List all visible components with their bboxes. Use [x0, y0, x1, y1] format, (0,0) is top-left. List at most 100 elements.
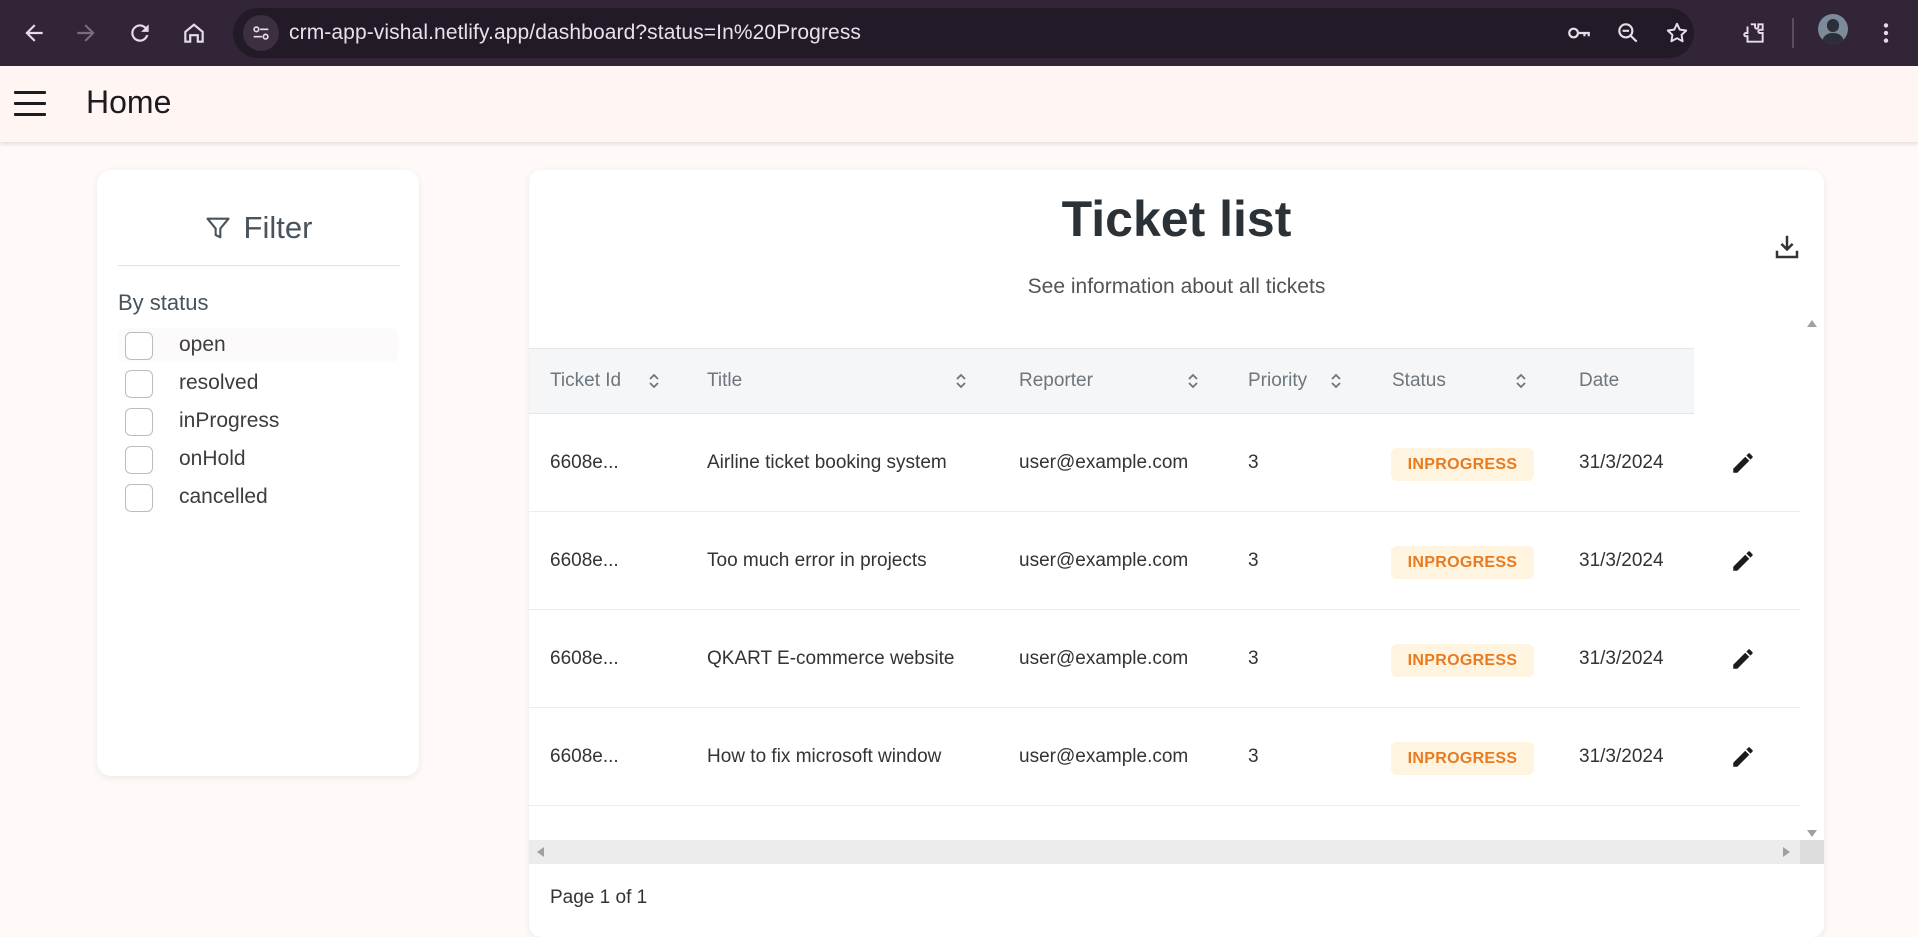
- option-label: onHold: [179, 447, 246, 470]
- table-row: 6608e... Too much error in projects user…: [529, 512, 1800, 610]
- forward-icon: [77, 24, 95, 42]
- more-icon: [1883, 23, 1889, 43]
- column-priority[interactable]: Priority: [1248, 349, 1307, 413]
- column-title[interactable]: Title: [707, 349, 742, 413]
- sort-icon[interactable]: [954, 371, 968, 391]
- table-header: Ticket Id Title Reporter Priority Status…: [529, 348, 1694, 414]
- filter-icon: [205, 217, 230, 239]
- key-icon: [1568, 27, 1590, 39]
- ticket-reporter: user@example.com: [1019, 746, 1189, 767]
- option-label: inProgress: [179, 409, 280, 432]
- filter-panel: Filter By status open resolved inProgres…: [97, 170, 419, 776]
- home-button[interactable]: [174, 13, 214, 53]
- ticket-reporter: user@example.com: [1019, 550, 1189, 571]
- ticket-title: Airline ticket booking system: [707, 452, 947, 473]
- status-option-inprogress[interactable]: inProgress: [118, 404, 398, 438]
- checkbox[interactable]: [125, 370, 153, 398]
- filter-header: Filter: [97, 206, 419, 250]
- status-option-onhold[interactable]: onHold: [118, 442, 398, 476]
- status-badge: INPROGRESS: [1391, 448, 1534, 481]
- ticket-list-card: Ticket list See information about all ti…: [529, 170, 1824, 937]
- ticket-date: 31/3/2024: [1579, 648, 1664, 669]
- ticket-date: 31/3/2024: [1579, 746, 1664, 767]
- divider: [118, 265, 400, 266]
- scroll-down-arrow[interactable]: [1807, 830, 1817, 837]
- reload-button[interactable]: [120, 13, 160, 53]
- filter-title: Filter: [243, 210, 313, 245]
- status-option-cancelled[interactable]: cancelled: [118, 480, 398, 514]
- ticket-list-title: Ticket list: [1061, 191, 1292, 247]
- ticket-priority: 3: [1248, 550, 1259, 571]
- column-date[interactable]: Date: [1579, 349, 1619, 413]
- table-row: 6608e... Airline ticket booking system u…: [529, 414, 1800, 512]
- zoom-button[interactable]: [1614, 19, 1642, 47]
- ticket-date: 31/3/2024: [1579, 550, 1664, 571]
- checkbox[interactable]: [125, 332, 153, 360]
- edit-icon[interactable]: [1730, 646, 1756, 672]
- extensions-button[interactable]: [1734, 13, 1774, 53]
- profile-avatar[interactable]: [1818, 14, 1848, 44]
- vertical-scrollbar[interactable]: [1800, 310, 1824, 843]
- ticket-id: 6608e...: [550, 746, 619, 767]
- ticket-id: 6608e...: [550, 452, 619, 473]
- scroll-left-arrow[interactable]: [537, 847, 544, 857]
- url-text[interactable]: crm-app-vishal.netlify.app/dashboard?sta…: [289, 8, 861, 58]
- option-label: resolved: [179, 371, 259, 394]
- ticket-list-subtitle: See information about all tickets: [1027, 275, 1326, 298]
- sort-icon[interactable]: [1514, 371, 1528, 391]
- edit-icon[interactable]: [1730, 548, 1756, 574]
- toolbar-separator: [1792, 18, 1794, 48]
- edit-icon[interactable]: [1730, 744, 1756, 770]
- ticket-priority: 3: [1248, 452, 1259, 473]
- scrollbar-corner: [1800, 840, 1824, 864]
- bookmark-button[interactable]: [1663, 19, 1691, 47]
- ticket-title: How to fix microsoft window: [707, 746, 942, 767]
- address-bar[interactable]: crm-app-vishal.netlify.app/dashboard?sta…: [233, 8, 1694, 58]
- ticket-priority: 3: [1248, 746, 1259, 767]
- ticket-title: QKART E-commerce website: [707, 648, 955, 669]
- scroll-up-arrow[interactable]: [1807, 320, 1817, 327]
- column-status[interactable]: Status: [1392, 349, 1446, 413]
- reload-icon: [131, 24, 149, 42]
- pagination-info: Page 1 of 1: [550, 887, 648, 908]
- download-icon[interactable]: [1772, 232, 1802, 262]
- zoom-icon: [1618, 23, 1638, 43]
- ticket-reporter: user@example.com: [1019, 648, 1189, 669]
- status-option-resolved[interactable]: resolved: [118, 366, 398, 400]
- back-button[interactable]: [14, 13, 54, 53]
- status-badge: INPROGRESS: [1391, 546, 1534, 579]
- ticket-date: 31/3/2024: [1579, 452, 1664, 473]
- browser-toolbar: crm-app-vishal.netlify.app/dashboard?sta…: [0, 0, 1918, 66]
- ticket-id: 6608e...: [550, 648, 619, 669]
- password-key-button[interactable]: [1565, 19, 1593, 47]
- edit-icon[interactable]: [1730, 450, 1756, 476]
- ticket-id: 6608e...: [550, 550, 619, 571]
- browser-menu-button[interactable]: [1866, 13, 1906, 53]
- scroll-right-arrow[interactable]: [1783, 847, 1790, 857]
- back-icon: [25, 24, 43, 42]
- sort-icon[interactable]: [1186, 371, 1200, 391]
- home-icon: [184, 23, 204, 43]
- extensions-icon: [1743, 23, 1764, 43]
- status-filter-label: By status: [118, 290, 209, 315]
- checkbox[interactable]: [125, 446, 153, 474]
- ticket-priority: 3: [1248, 648, 1259, 669]
- column-ticket-id[interactable]: Ticket Id: [550, 349, 621, 413]
- menu-icon[interactable]: [12, 86, 50, 122]
- option-label: open: [179, 333, 226, 356]
- status-badge: INPROGRESS: [1391, 742, 1534, 775]
- checkbox[interactable]: [125, 408, 153, 436]
- horizontal-scrollbar[interactable]: [529, 840, 1824, 864]
- checkbox[interactable]: [125, 484, 153, 512]
- column-reporter[interactable]: Reporter: [1019, 349, 1093, 413]
- site-info-button[interactable]: [243, 15, 279, 51]
- table-row: 6608e... QKART E-commerce website user@e…: [529, 610, 1800, 708]
- page-title: Home: [86, 84, 172, 120]
- status-badge: INPROGRESS: [1391, 644, 1534, 677]
- site-info-icon: [253, 26, 269, 40]
- sort-icon[interactable]: [1329, 371, 1343, 391]
- forward-button[interactable]: [66, 13, 106, 53]
- ticket-title: Too much error in projects: [707, 550, 927, 571]
- status-option-open[interactable]: open: [118, 328, 398, 362]
- sort-icon[interactable]: [647, 371, 661, 391]
